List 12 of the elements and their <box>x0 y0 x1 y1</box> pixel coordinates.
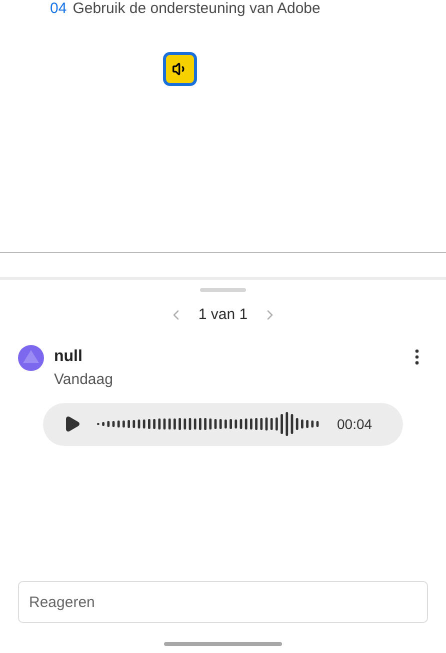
step-number: 04 <box>50 0 67 18</box>
avatar-icon <box>18 344 44 370</box>
author-name: null <box>54 346 84 366</box>
play-icon[interactable] <box>63 415 81 433</box>
drag-handle[interactable] <box>200 288 246 292</box>
audio-comment-button[interactable] <box>163 52 197 86</box>
step-text: Gebruik de ondersteuning van Adobe <box>72 0 320 18</box>
audio-duration: 00:04 <box>337 414 372 434</box>
page-counter: 1 van 1 <box>198 305 248 325</box>
waveform-icon <box>97 412 321 436</box>
reply-field[interactable]: Reageren <box>18 581 428 623</box>
comment-date: Vandaag <box>54 370 114 390</box>
